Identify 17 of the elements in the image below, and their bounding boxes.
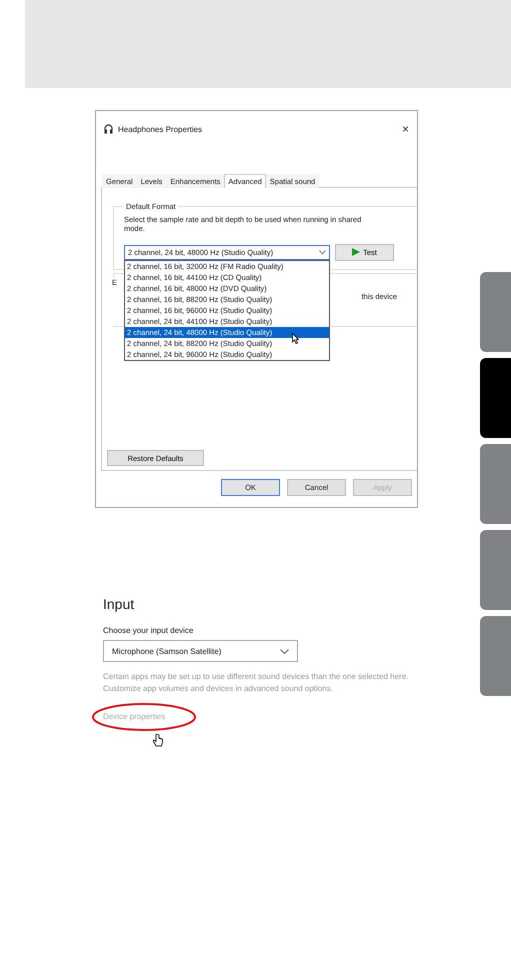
window-title: Headphones Properties: [118, 124, 204, 134]
headphones-icon: [104, 124, 113, 134]
side-tab[interactable]: [480, 444, 511, 524]
side-tab[interactable]: [480, 358, 511, 438]
side-tab[interactable]: [480, 530, 511, 610]
chevron-icon: [280, 648, 289, 654]
device-dropdown[interactable]: Microphone (Samson Satellite): [103, 640, 298, 662]
hand-cursor-icon: [153, 734, 163, 747]
side-tab[interactable]: [480, 272, 511, 352]
cursor-icon: [292, 332, 299, 344]
chevron-icon: [319, 250, 326, 255]
section-heading: Input: [103, 596, 136, 612]
field-label: Choose your input device: [103, 626, 194, 635]
play-icon: [352, 248, 360, 256]
help-text: Certain apps may be set up to use different sound devices than the one selected here. Customize app volumes and devices in advanced sound options.: [103, 671, 410, 694]
side-tab[interactable]: [480, 616, 511, 696]
close-button[interactable]: ×: [402, 122, 409, 136]
